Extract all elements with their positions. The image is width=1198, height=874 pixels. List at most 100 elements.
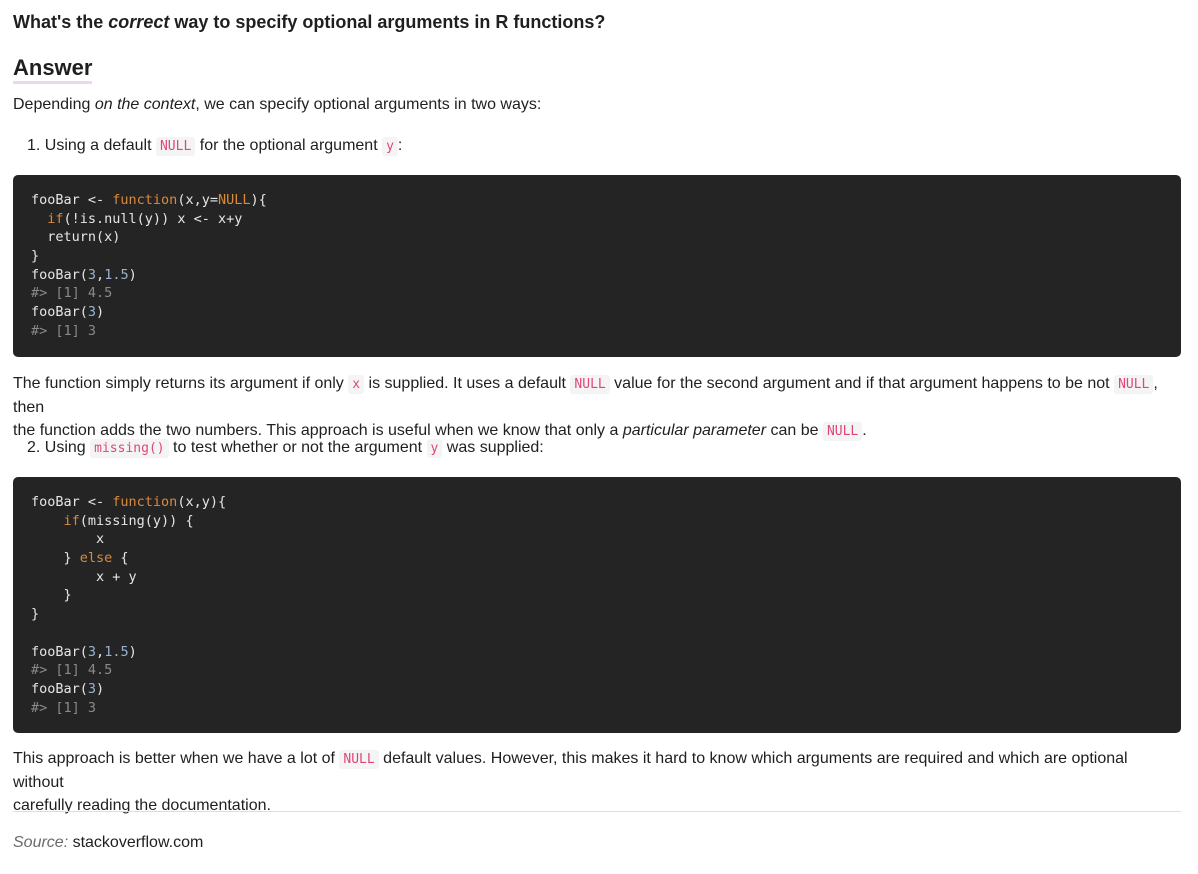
code-token: fooBar(	[31, 643, 88, 660]
code-token: }	[31, 587, 72, 604]
list-item-2-text-b: to test whether or not the argument	[168, 439, 427, 456]
code-token: )	[128, 266, 137, 283]
inline-code-null: NULL	[570, 375, 610, 394]
question-title: What's the correct way to specify option…	[13, 12, 605, 33]
code-token: )	[128, 643, 137, 660]
code-token: if	[47, 210, 64, 227]
explanation-text-f: can be	[766, 422, 823, 439]
question-emphasis: correct	[108, 12, 170, 32]
code-token: 3	[87, 266, 97, 283]
explanation-emphasis: particular parameter	[622, 422, 767, 439]
explanation-text-b: is supplied. It uses a default	[364, 375, 571, 392]
code-token: #> [1] 4.5	[31, 285, 113, 302]
code-line: #> [1] 3	[31, 699, 1163, 718]
list-item-1-text-b: for the optional argument	[195, 137, 383, 154]
code-block-missing: fooBar <- function(x,y){ if(missing(y)) …	[13, 477, 1181, 733]
inline-code-y: y	[382, 137, 398, 156]
code-token: fooBar <-	[31, 192, 113, 208]
inline-code-y: y	[426, 439, 443, 458]
code-token: ){	[250, 192, 267, 208]
code-token: }	[31, 550, 80, 567]
question-text-after: way to specify optional arguments in R f…	[169, 12, 606, 32]
divider	[13, 811, 1181, 812]
code-token: 3	[87, 643, 97, 660]
list-item-1-number: 1.	[27, 137, 41, 154]
code-token: {	[112, 550, 129, 567]
code-token: (!is.null(y)) x <- x+y	[63, 210, 243, 227]
intro-text-after: , we can specify optional arguments in t…	[195, 96, 542, 113]
list-item-1-text-a: Using a default	[44, 137, 156, 154]
code-token: )	[96, 680, 105, 697]
explanation-text-c: value for the second argument and if tha…	[609, 375, 1115, 392]
list-item-2-text-c: was supplied:	[442, 439, 544, 456]
code-token: }	[31, 606, 40, 623]
inline-code-missing: missing()	[90, 439, 169, 458]
conclusion-paragraph: This approach is better when we have a l…	[13, 747, 1181, 817]
code-line: fooBar(3,1.5)	[31, 643, 1163, 662]
list-item-2-text-a: Using	[44, 439, 91, 456]
code-token: return(x)	[31, 229, 121, 246]
code-token: NULL	[217, 192, 251, 208]
code-line: fooBar <- function(x,y=NULL){	[31, 191, 1163, 210]
code-token: fooBar(	[31, 304, 88, 321]
inline-code-null: NULL	[1114, 375, 1154, 394]
inline-code-null: NULL	[339, 750, 379, 769]
code-line: fooBar(3)	[31, 680, 1163, 699]
code-token: }	[31, 248, 40, 265]
source-label: Source:	[13, 834, 69, 851]
source-link[interactable]: stackoverflow.com	[68, 834, 204, 851]
inline-code-null: NULL	[822, 422, 863, 441]
source-line: Source: stackoverflow.com	[13, 832, 203, 854]
code-line: fooBar(3)	[31, 303, 1163, 322]
code-block-null-default: fooBar <- function(x,y=NULL){ if(!is.nul…	[13, 175, 1181, 357]
list-item-1-text-c: :	[397, 137, 403, 154]
code-line: x	[31, 530, 1163, 549]
list-item-2-number: 2.	[27, 439, 41, 456]
list-item-2: 2. Using missing() to test whether or no…	[27, 436, 544, 460]
code-line: #> [1] 3	[31, 322, 1163, 341]
code-line: fooBar(3,1.5)	[31, 266, 1163, 285]
explanation-text-g: .	[862, 422, 867, 439]
code-token: function	[112, 494, 178, 510]
code-token: else	[79, 550, 113, 567]
code-token: #> [1] 3	[31, 699, 97, 716]
conclusion-text-a: This approach is better when we have a l…	[13, 750, 340, 767]
code-line: return(x)	[31, 228, 1163, 247]
explanation-paragraph: The function simply returns its argument…	[13, 372, 1181, 443]
code-token: function	[112, 192, 178, 208]
code-token: 1.5	[104, 643, 129, 660]
code-line: fooBar <- function(x,y){	[31, 493, 1163, 512]
code-token: 3	[87, 304, 97, 321]
code-token: ,	[96, 266, 105, 283]
code-line: x + y	[31, 568, 1163, 587]
inline-code-null: NULL	[155, 137, 196, 156]
code-line: }	[31, 247, 1163, 266]
intro-paragraph: Depending on the context, we can specify…	[13, 93, 541, 116]
code-token: 1.5	[104, 266, 129, 283]
answer-heading: Answer	[13, 55, 93, 84]
code-token: (x,y=	[177, 192, 218, 208]
code-token: (missing(y)) {	[79, 512, 194, 529]
question-text-before: What's the	[13, 12, 109, 32]
code-line: #> [1] 4.5	[31, 284, 1163, 303]
code-token: )	[96, 304, 105, 321]
intro-text-before: Depending	[13, 96, 95, 113]
code-token: if	[63, 512, 80, 529]
code-token: fooBar(	[31, 266, 88, 283]
code-token: #> [1] 4.5	[31, 662, 113, 679]
code-line: if(missing(y)) {	[31, 512, 1163, 531]
code-line: } else {	[31, 549, 1163, 568]
code-line: }	[31, 586, 1163, 605]
code-token: ,	[96, 643, 105, 660]
code-token: fooBar(	[31, 680, 88, 697]
code-token: x	[31, 531, 105, 548]
intro-emphasis: on the context	[94, 96, 196, 113]
code-token: x + y	[31, 568, 137, 585]
code-line: #> [1] 4.5	[31, 661, 1163, 680]
code-token: 3	[87, 680, 97, 697]
code-token: #> [1] 3	[31, 322, 97, 339]
code-token: fooBar <-	[31, 494, 113, 510]
